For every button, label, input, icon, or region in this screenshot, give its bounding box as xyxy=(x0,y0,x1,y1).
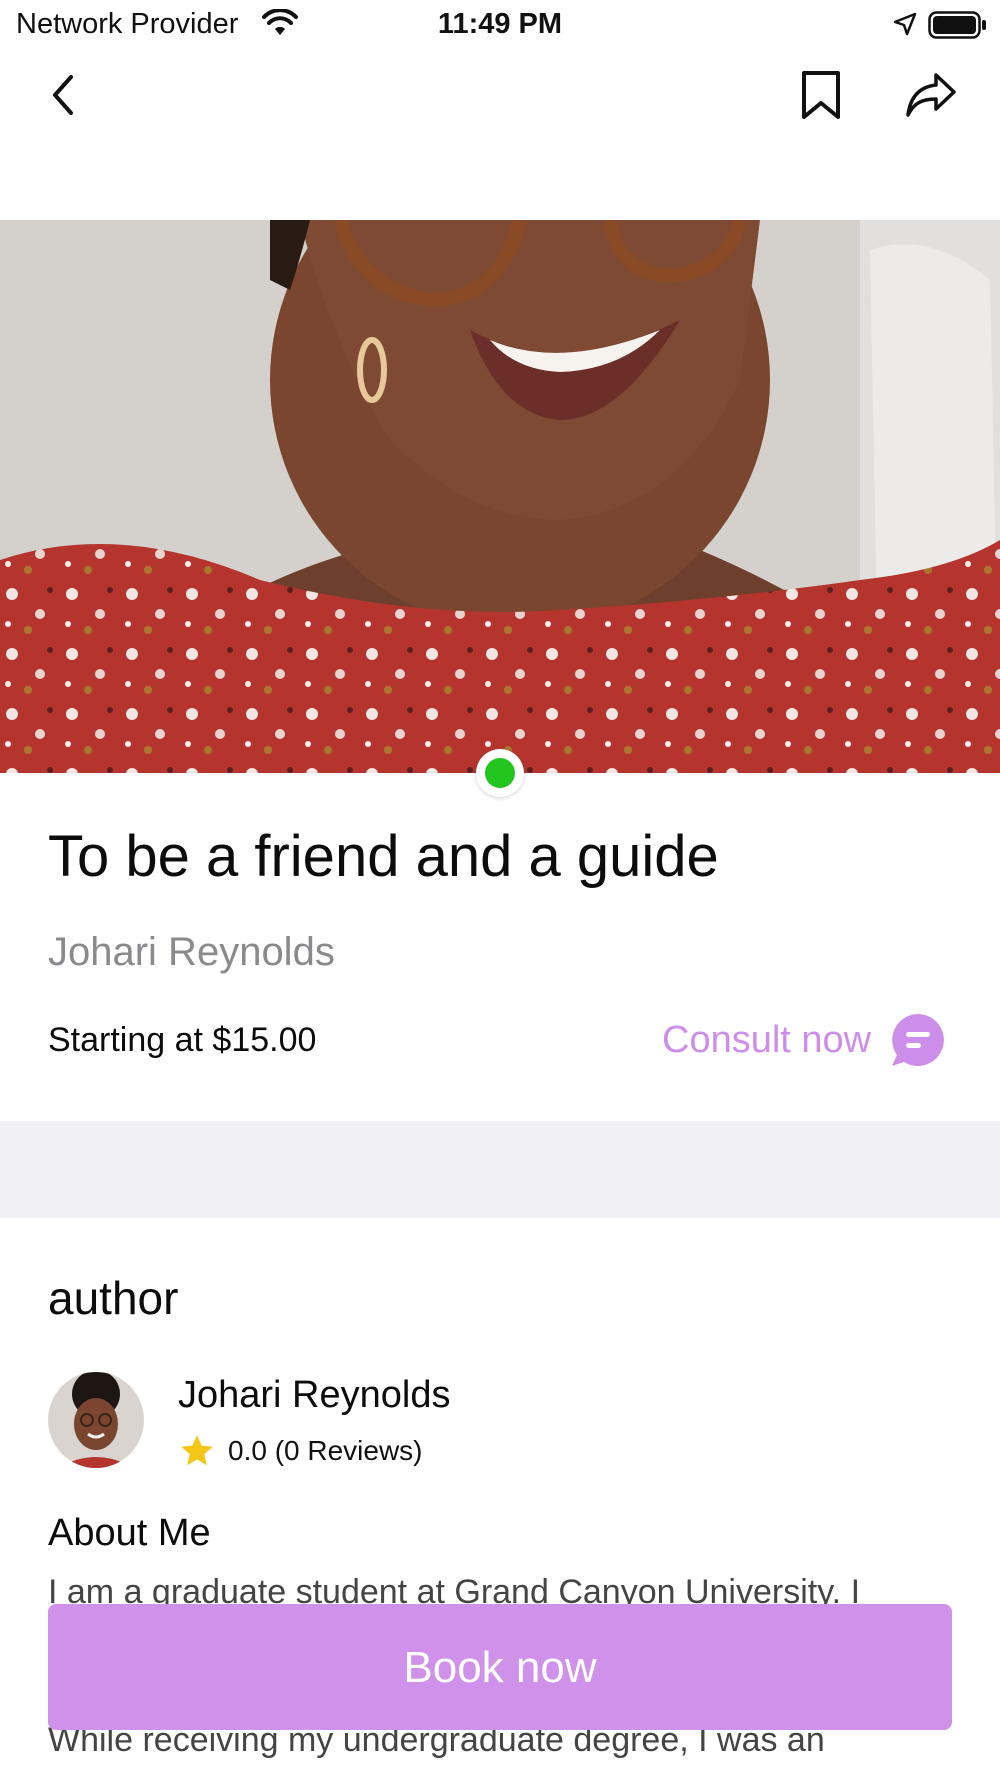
section-divider xyxy=(0,1121,1000,1218)
bookmark-icon xyxy=(802,71,840,119)
back-button[interactable] xyxy=(28,60,98,130)
chevron-left-icon xyxy=(53,75,73,115)
consult-now-label: Consult now xyxy=(662,1019,872,1061)
online-status-indicator xyxy=(476,749,524,797)
book-now-button[interactable]: Book now xyxy=(48,1604,952,1730)
status-bar: Network Provider 11:49 PM xyxy=(0,0,1000,50)
consult-now-button[interactable]: Consult now xyxy=(660,1012,950,1068)
chat-bubble-icon xyxy=(890,1012,946,1068)
listing-author-name: Johari Reynolds xyxy=(48,930,335,974)
about-me-heading: About Me xyxy=(48,1512,211,1554)
avatar[interactable] xyxy=(48,1372,144,1468)
bookmark-button[interactable] xyxy=(786,60,856,130)
author-section-heading: author xyxy=(48,1272,179,1324)
battery-icon xyxy=(928,11,988,39)
share-button[interactable] xyxy=(896,60,966,130)
location-arrow-icon xyxy=(893,12,917,36)
online-dot xyxy=(485,758,515,788)
status-time: 11:49 PM xyxy=(437,8,563,40)
star-icon xyxy=(178,1432,216,1470)
rating-text: 0.0 (0 Reviews) xyxy=(228,1435,423,1466)
listing-title: To be a friend and a guide xyxy=(48,824,719,889)
hero-photo xyxy=(0,220,1000,773)
price-label: Starting at $15.00 xyxy=(48,1021,317,1059)
author-name: Johari Reynolds xyxy=(178,1374,451,1416)
share-icon xyxy=(906,73,956,117)
